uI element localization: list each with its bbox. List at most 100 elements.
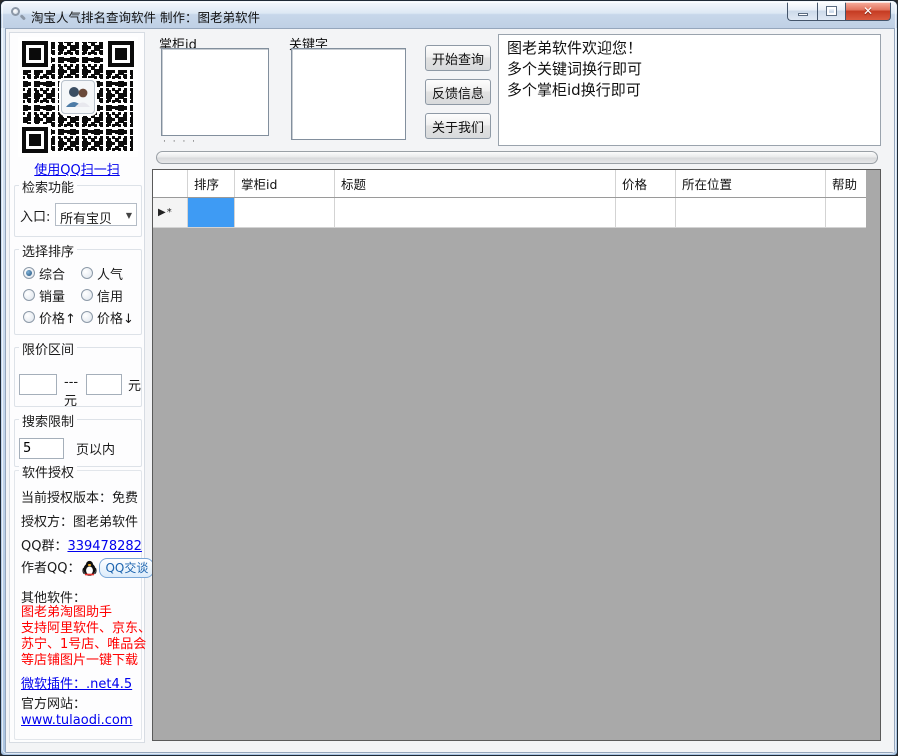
radio-icon [23,289,35,301]
grid-header-title[interactable]: 标题 [335,170,616,197]
results-grid: 排序 掌柜id 标题 价格 所在位置 帮助 ▶* [152,169,881,741]
resize-grip-dots: · · · · [163,137,197,147]
start-query-button[interactable]: 开始查询 [425,45,491,71]
radio-sort-credit[interactable]: 信用 [81,284,139,306]
horizontal-scrollbar[interactable] [156,151,878,164]
grid-header-price[interactable]: 价格 [616,170,676,197]
qq-chat-button[interactable]: QQ交谈 [99,558,154,578]
radio-sort-sales[interactable]: 销量 [23,284,81,306]
maximize-icon [827,7,836,15]
search-limit-group: 搜索限制 页以内 [14,419,142,467]
radio-sort-comprehensive[interactable]: 综合 [23,262,81,284]
price-range-title: 限价区间 [19,339,77,358]
row-selector-cell[interactable]: ▶* [153,198,188,228]
chevron-down-icon: ▼ [126,211,132,220]
maximize-button[interactable] [817,2,845,21]
qr-finder-icon [108,41,134,67]
price-min-input[interactable] [19,374,57,395]
radio-label: 销量 [39,286,65,305]
radio-sort-popularity[interactable]: 人气 [81,262,139,284]
sort-options: 综合 人气 销量 信用 价格↑ [23,262,139,328]
price-range-group: 限价区间 ---元 元 [14,347,142,407]
feedback-button[interactable]: 反馈信息 [425,79,491,105]
qr-center-avatar [61,80,95,114]
other-software-title: 其他软件： [21,587,86,606]
radio-icon [23,311,35,323]
qq-scan-link[interactable]: 使用QQ扫一扫 [10,159,144,178]
grid-header-shop-id[interactable]: 掌柜id [235,170,335,197]
qr-finder-icon [22,41,48,67]
app-window: 淘宝人气排名查询软件 制作：图老弟软件 ✕ [0,0,898,756]
page-limit-label: 页以内 [76,439,115,458]
welcome-line: 多个关键词换行即可 [507,59,872,80]
entry-label: 入口: [20,206,50,225]
other-software-line: 图老弟淘图助手 [21,605,151,621]
window-title: 淘宝人气排名查询软件 制作：图老弟软件 [31,7,260,26]
radio-sort-price-asc[interactable]: 价格↑ [23,306,81,328]
minimize-icon [798,13,808,16]
official-site-label: 官方网站： [21,693,86,712]
qq-qr-code [18,37,138,157]
keyword-textarea[interactable] [291,48,406,140]
cell-location[interactable] [676,198,826,228]
qq-group-line: QQ群：339478282 [21,535,142,554]
radio-sort-price-desc[interactable]: 价格↓ [81,306,139,328]
close-button[interactable]: ✕ [845,2,891,21]
grid-header-row: 排序 掌柜id 标题 价格 所在位置 帮助 [153,170,866,198]
window-controls: ✕ [787,2,891,21]
title-bar[interactable]: 淘宝人气排名查询软件 制作：图老弟软件 ✕ [1,1,898,28]
grid-header-help[interactable]: 帮助 [826,170,866,197]
radio-label: 人气 [97,264,123,283]
table-row: ▶* [153,198,866,228]
search-icon [11,7,26,22]
other-software-lines: 图老弟淘图助手 支持阿里软件、京东、 苏宁、1号店、唯品会 等店铺图片一键下载 [21,605,151,669]
other-software-line: 支持阿里软件、京东、 [21,621,151,637]
minimize-button[interactable] [787,2,817,21]
welcome-message-box: 图老弟软件欢迎您！ 多个关键词换行即可 多个掌柜id换行即可 [498,34,881,146]
grid-header-selector[interactable] [153,170,188,197]
dotnet-plugin-link[interactable]: 微软插件：.net4.5 [21,677,132,692]
radio-label: 价格↓ [97,308,134,327]
cell-shop-id[interactable] [235,198,335,228]
welcome-line: 图老弟软件欢迎您！ [507,38,872,59]
cell-price[interactable] [616,198,676,228]
search-function-group: 检索功能 入口: 所有宝贝 ▼ [14,185,142,237]
price-max-input[interactable] [86,374,122,395]
entry-selected-value: 所有宝贝 [60,208,112,227]
dotnet-plugin-link-line: 微软插件：.net4.5 [21,673,132,692]
sort-group: 选择排序 综合 人气 销量 信用 [14,249,142,335]
cell-title[interactable] [335,198,616,228]
qq-penguin-icon [82,560,97,580]
shop-id-textarea[interactable] [161,48,269,136]
radio-label: 价格↑ [39,308,76,327]
author-qq-label: 作者QQ： [21,561,80,576]
search-function-title: 检索功能 [19,177,77,196]
official-site-link-line: www.tulaodi.com [21,713,132,728]
sidebar-panel: 使用QQ扫一扫 检索功能 入口: 所有宝贝 ▼ 选择排序 综合 人气 [9,32,145,743]
radio-icon [81,311,93,323]
search-limit-title: 搜索限制 [19,411,77,430]
entry-select[interactable]: 所有宝贝 ▼ [55,203,137,226]
official-site-link[interactable]: www.tulaodi.com [21,713,132,728]
grid-header-location[interactable]: 所在位置 [676,170,826,197]
licensor-line: 授权方：图老弟软件 [21,511,138,530]
radio-icon [81,289,93,301]
qq-group-label: QQ群： [21,539,67,554]
page-limit-input[interactable] [19,438,64,459]
radio-icon [81,267,93,279]
selected-cell-rank[interactable] [188,198,235,228]
qq-group-link[interactable]: 339478282 [67,539,141,554]
about-us-button[interactable]: 关于我们 [425,113,491,139]
sort-group-title: 选择排序 [19,241,77,260]
other-software-line: 苏宁、1号店、唯品会 [21,637,151,653]
price-unit-label: 元 [128,375,141,394]
license-version-line: 当前授权版本：免费 [21,487,138,506]
radio-icon [23,267,35,279]
cell-help[interactable] [826,198,866,228]
close-icon: ✕ [863,4,873,18]
license-group: 软件授权 当前授权版本：免费 授权方：图老弟软件 QQ群：339478282 作… [14,470,142,740]
license-title: 软件授权 [19,462,77,481]
grid-header-rank[interactable]: 排序 [188,170,235,197]
radio-label: 综合 [39,264,65,283]
welcome-line: 多个掌柜id换行即可 [507,80,872,101]
